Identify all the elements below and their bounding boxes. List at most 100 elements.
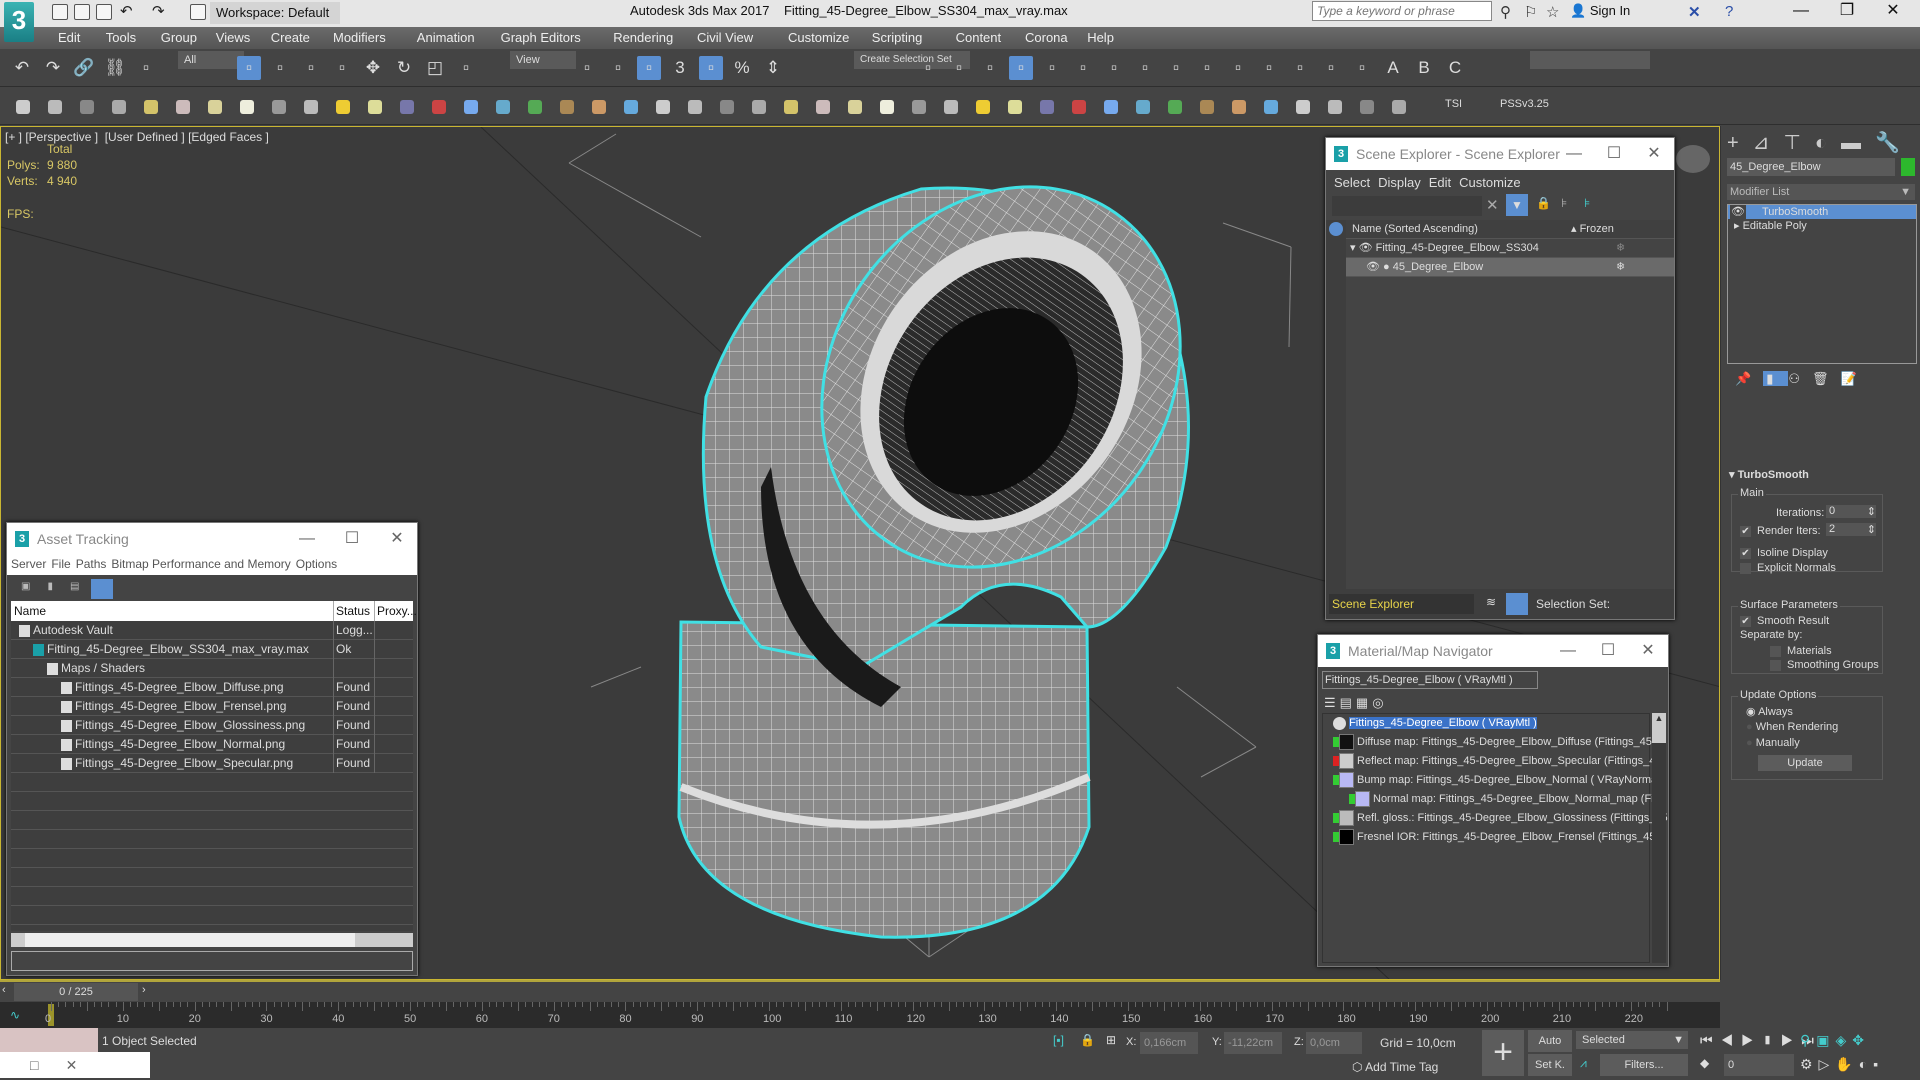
search-input[interactable] [1312,1,1492,21]
close-button[interactable]: ✕ [1870,0,1916,24]
align-icon[interactable]: ▫ [606,56,630,80]
current-frame-field[interactable]: 0 [1724,1054,1794,1076]
eye-icon[interactable]: 👁 [1730,205,1746,219]
rollout-header[interactable]: ▾ TurboSmooth [1729,468,1809,481]
selection-set-label[interactable]: Selection Set: [1536,597,1610,611]
toolbar2-tool-icon[interactable] [1264,100,1278,114]
maximize-button[interactable]: ☐ [1588,635,1628,667]
sign-in-button[interactable]: 👤 Sign In [1570,3,1630,19]
selection-filter-dropdown[interactable]: All [178,51,244,69]
toolbar2-tool-icon[interactable] [496,100,510,114]
undo-icon[interactable]: ↶ [120,2,133,20]
toolbar2-tool-icon[interactable] [1200,100,1214,114]
menu-server[interactable]: Server [11,557,46,571]
close-button[interactable]: ✕ [377,523,417,555]
menu-tools[interactable]: Tools [106,30,136,45]
open-file-icon[interactable] [74,4,90,20]
material-map-item[interactable]: Reflect map: Fittings_45-Degree_Elbow_Sp… [1323,752,1662,771]
select-by-name-icon[interactable]: ▫ [268,56,292,80]
text-a-icon[interactable]: A [1381,56,1405,80]
menu-select[interactable]: Select [1334,175,1370,190]
toolbar2-tool-icon[interactable] [1296,100,1310,114]
always-radio[interactable]: ◉ Always [1746,705,1793,718]
toolbar2-tool-icon[interactable] [560,100,574,114]
scrollbar-thumb[interactable] [25,933,355,947]
render-setup-icon[interactable]: ▫ [1195,56,1219,80]
workspace-dropdown[interactable]: Workspace: Default [210,2,340,24]
toolbar2-tool-icon[interactable] [1232,100,1246,114]
render-icon[interactable]: ▫ [1257,56,1281,80]
toolbar2-tool-icon[interactable] [400,100,414,114]
asset-toolbar-icons[interactable]: ▣▮▤ [21,581,96,592]
percent-snap-icon[interactable]: % [730,56,754,80]
scroll-up-icon[interactable]: ▲ [1652,713,1666,743]
toolbar2-tool-icon[interactable] [848,100,862,114]
place-icon[interactable]: ▫ [454,56,478,80]
text-c-icon[interactable]: C [1443,56,1467,80]
menu-customize[interactable]: Customize [1459,175,1520,190]
explorer-name-field[interactable]: Scene Explorer [1329,594,1474,614]
view-mode-icons[interactable]: ☰▤▦◎ [1324,695,1388,711]
pss-label[interactable]: PSSv3.25 [1500,98,1549,110]
menu-bitmap-performance[interactable]: Bitmap Performance and Memory [111,557,290,571]
toolbar2-tool-icon[interactable] [1008,100,1022,114]
toolbar2-tool-icon[interactable] [912,100,926,114]
edit-named-sets-icon[interactable]: ▫ [916,56,940,80]
menu-modifiers[interactable]: Modifiers [333,30,386,45]
material-map-item[interactable]: Refl. gloss.: Fittings_45-Degree_Elbow_G… [1323,809,1668,828]
path-field[interactable] [11,951,413,971]
asset-row[interactable]: Maps / Shaders [11,659,413,678]
toolbar2-tool-icon[interactable] [656,100,670,114]
toolbar2-tool-icon[interactable] [16,100,30,114]
manipulate-icon[interactable]: ▫ [637,56,661,80]
show-end-result-icon[interactable]: ▮ [1763,371,1789,386]
manually-radio[interactable]: ● Manually [1746,737,1800,749]
binoculars-icon[interactable]: ⚲ [1500,3,1511,21]
update-button[interactable]: Update [1758,755,1852,771]
save-icon[interactable] [96,4,112,20]
render-iters-spinner[interactable]: 2 ⇕ [1826,523,1876,536]
menu-rendering[interactable]: Rendering [613,30,673,45]
bind-spacewarp-icon[interactable]: ▫ [134,56,158,80]
toolbar2-tool-icon[interactable] [816,100,830,114]
y-coordinate-field[interactable]: -11,22cm [1224,1032,1282,1054]
toolbar2-tool-icon[interactable] [528,100,542,114]
explicit-normals-checkbox[interactable]: Explicit Normals [1740,562,1836,574]
set-key-button[interactable]: Set K. [1528,1054,1572,1076]
menu-corona[interactable]: Corona [1025,30,1068,45]
materials-checkbox[interactable]: Materials [1770,645,1832,657]
subscription-icon[interactable]: ⚐ [1524,3,1537,21]
menu-edit[interactable]: Edit [1429,175,1451,190]
reference-coordinate-dropdown[interactable]: View [510,51,576,69]
viewport-nav-controls-2[interactable]: ⚙▷✋◐▪ [1800,1056,1884,1073]
rotate-icon[interactable]: ↻ [392,56,416,80]
toolbar2-tool-icon[interactable] [1392,100,1406,114]
a360-icon[interactable]: ▫ [1350,56,1374,80]
menu-scripting[interactable]: Scripting [872,30,923,45]
minimize-button[interactable]: — [1554,138,1594,170]
toolbar2-tool-icon[interactable] [1072,100,1086,114]
toolbar2-tool-icon[interactable] [176,100,190,114]
toolbar2-tool-icon[interactable] [976,100,990,114]
app-logo[interactable]: 3 [4,2,34,42]
maxscript-listener[interactable] [0,1028,98,1052]
scene-item-group[interactable]: ▾ 👁 Fitting_45-Degree_Elbow_SS304 ❄ [1346,239,1674,258]
taskbar-preview[interactable]: □ ✕ [0,1052,150,1078]
column-frozen[interactable]: ▴ Frozen [1571,220,1614,239]
toolbar2-tool-icon[interactable] [720,100,734,114]
asset-row[interactable]: Fittings_45-Degree_Elbow_Normal.png Found [11,735,413,754]
toolbar2-tool-icon[interactable] [48,100,62,114]
link-icon[interactable]: 🔗 [72,56,96,80]
spinner-snap-icon[interactable]: ⇕ [761,56,785,80]
command-panel-tabs[interactable]: +⊿⊤◐▬🔧 [1727,130,1914,155]
scene-explorer-titlebar[interactable]: 3 Scene Explorer - Scene Explorer — ☐ ✕ [1326,138,1674,170]
toolbar2-tool-icon[interactable] [80,100,94,114]
add-time-tag[interactable]: ⬡ Add Time Tag [1352,1060,1438,1074]
toolbar2-tool-icon[interactable] [144,100,158,114]
toolbar2-tool-icon[interactable] [1136,100,1150,114]
isolate-icon[interactable]: [▪] [1053,1033,1064,1047]
object-color-swatch[interactable] [1901,158,1915,176]
menu-graph-editors[interactable]: Graph Editors [501,30,581,45]
menu-group[interactable]: Group [161,30,197,45]
redo-icon[interactable]: ↷ [152,2,165,20]
